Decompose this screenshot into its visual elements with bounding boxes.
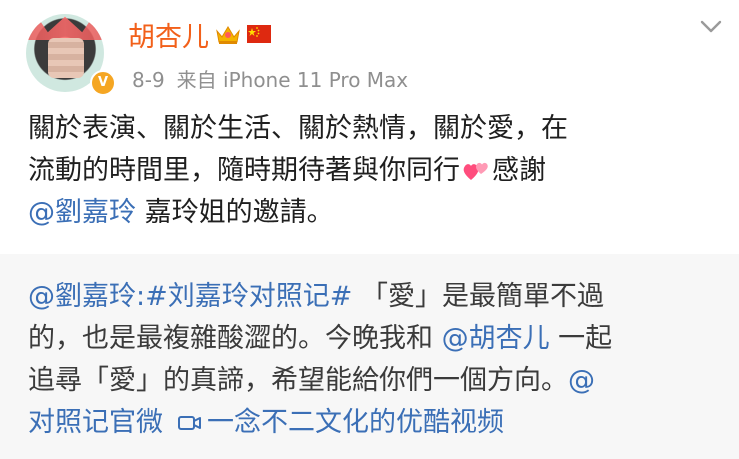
weibo-post: V 胡杏儿 8-9 来自 iPhone 11 Pro Max 關於表演、關於生活、… bbox=[0, 0, 739, 459]
post-source: 来自 iPhone 11 Pro Max bbox=[176, 68, 409, 92]
two-hearts-icon bbox=[463, 162, 488, 180]
mention-link[interactable]: @劉嘉玲 bbox=[28, 197, 136, 228]
post-line-2: 流動的時間里，隨時期待著與你同行 感謝 bbox=[28, 150, 728, 192]
mention-link-3[interactable]: 对照记官微 bbox=[28, 407, 163, 438]
repost-author-link[interactable]: @劉嘉玲 bbox=[28, 281, 136, 312]
post-meta: 8-9 来自 iPhone 11 Pro Max bbox=[132, 64, 408, 93]
repost-line-2-text: 的，也是最複雜酸澀的。今晚我和 bbox=[28, 323, 442, 354]
repost-line-3-text: 追尋「愛」的真諦，希望能給你們一個方向。 bbox=[28, 365, 568, 396]
post-line-3: @劉嘉玲 嘉玲姐的邀請。 bbox=[28, 192, 728, 234]
post-line-1: 關於表演、關於生活、關於熱情，關於愛，在 bbox=[28, 113, 568, 144]
avatar-container[interactable]: V bbox=[26, 10, 116, 96]
post-content: 關於表演、關於生活、關於熱情，關於愛，在 流動的時間里，隨時期待著與你同行 感謝… bbox=[28, 108, 728, 234]
mention-link-2[interactable]: @胡杏儿 bbox=[442, 323, 550, 354]
chevron-down-icon[interactable] bbox=[696, 12, 726, 42]
video-link-icon bbox=[178, 416, 201, 430]
repost-line-3: 追尋「愛」的真諦，希望能給你們一個方向。@ bbox=[28, 360, 728, 402]
crown-icon bbox=[216, 26, 240, 44]
repost-line-4: 对照记官微 一念不二文化的优酷视频 bbox=[28, 402, 728, 444]
mention-at[interactable]: @ bbox=[568, 365, 595, 396]
repost-content: @劉嘉玲:#刘嘉玲对照记# 「愛」是最簡單不過 的，也是最複雜酸澀的。今晚我和 … bbox=[28, 276, 728, 444]
post-line-3-text: 嘉玲姐的邀請。 bbox=[136, 197, 334, 228]
repost-line-1: @劉嘉玲:#刘嘉玲对照记# 「愛」是最簡單不過 bbox=[28, 276, 728, 318]
user-name[interactable]: 胡杏儿 bbox=[128, 15, 209, 54]
verified-v-icon: V bbox=[90, 70, 116, 96]
post-line-2-thanks: 感謝 bbox=[492, 155, 546, 186]
post-line-2-text: 流動的時間里，隨時期待著與你同行 bbox=[28, 155, 460, 186]
repost-line-2: 的，也是最複雜酸澀的。今晚我和 @胡杏儿 一起 bbox=[28, 318, 728, 360]
repost-colon: : bbox=[136, 281, 146, 312]
repost-line-1-text: 「愛」是最簡單不過 bbox=[352, 281, 604, 312]
user-name-row: 胡杏儿 bbox=[128, 14, 271, 54]
hashtag-link[interactable]: #刘嘉玲对照记# bbox=[145, 281, 352, 312]
post-date: 8-9 bbox=[132, 68, 165, 92]
avatar-hat-decoration bbox=[26, 14, 104, 40]
repost-line-2-rest: 一起 bbox=[549, 323, 613, 354]
repost-card[interactable]: @劉嘉玲:#刘嘉玲对照记# 「愛」是最簡單不過 的，也是最複雜酸澀的。今晚我和 … bbox=[0, 254, 739, 459]
avatar-face-blurred bbox=[48, 38, 84, 78]
china-flag-icon bbox=[247, 25, 271, 43]
video-link[interactable]: 一念不二文化的优酷视频 bbox=[207, 407, 504, 438]
